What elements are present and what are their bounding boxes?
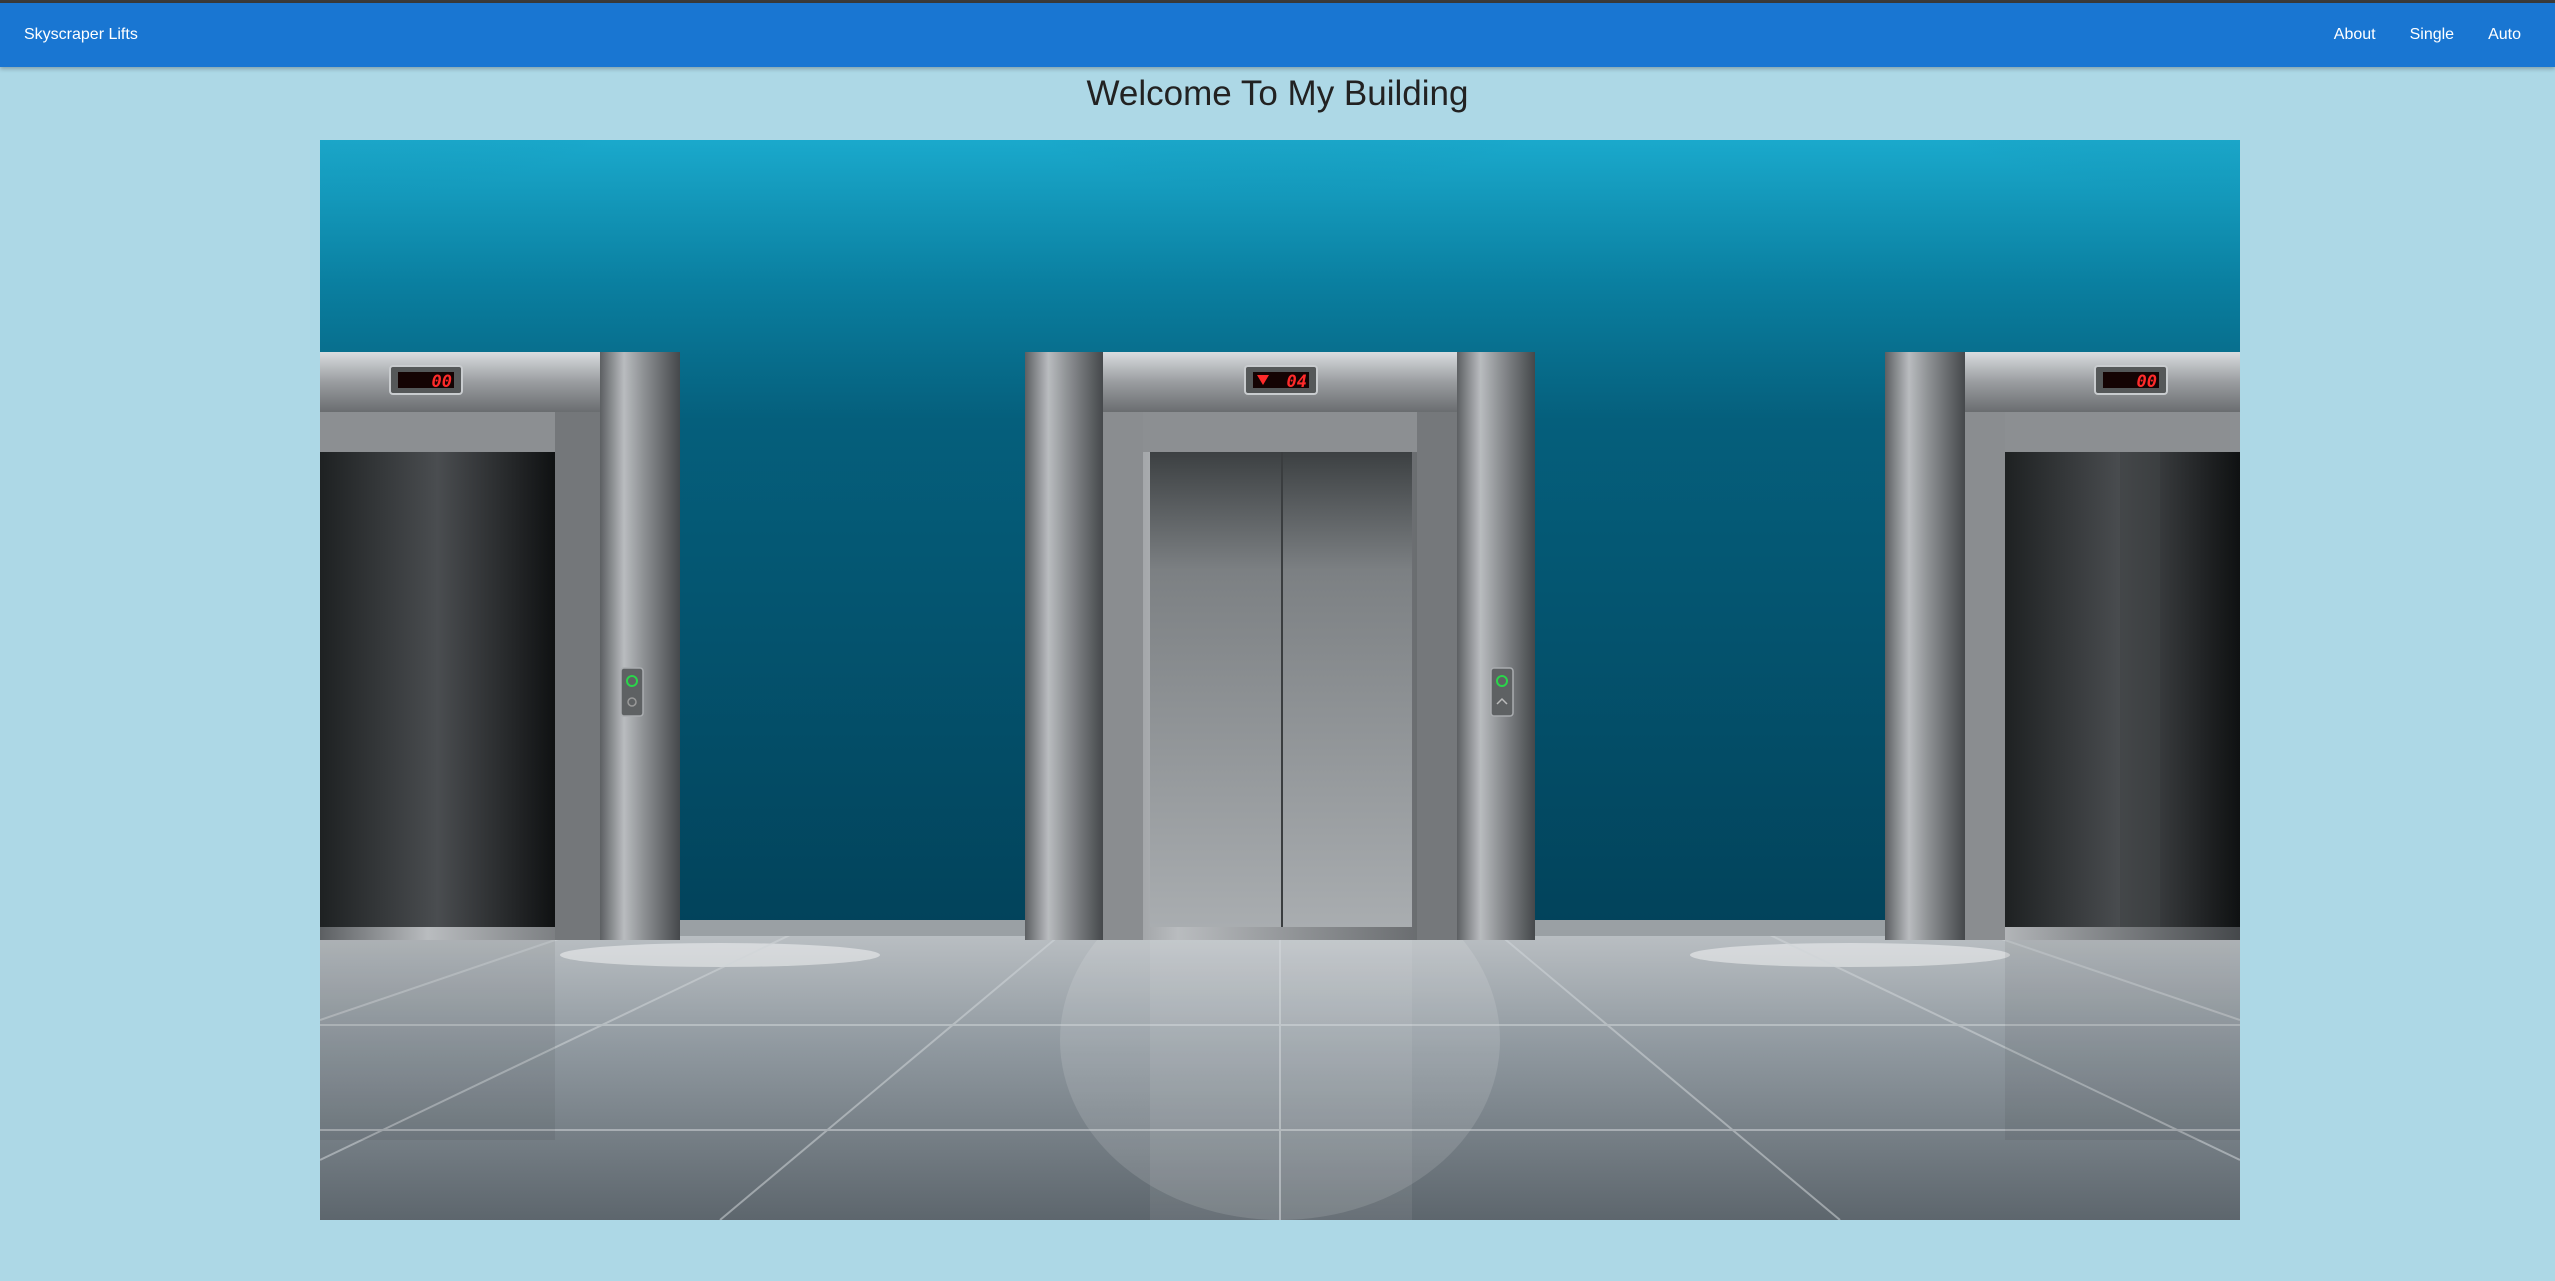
navbar: Skyscraper Lifts About Single Auto (0, 3, 2555, 67)
brand-link[interactable]: Skyscraper Lifts (24, 26, 138, 44)
elevator-left: 00 (320, 352, 680, 940)
elevator-right: 00 (1885, 352, 2240, 940)
nav-single-link[interactable]: Single (2393, 26, 2471, 44)
lobby-image: 00 04 00 (320, 140, 2240, 1220)
elevator-center: 04 (1025, 352, 1535, 940)
right-floor-display: 00 (2137, 372, 2157, 392)
nav-auto-link[interactable]: Auto (2471, 26, 2531, 44)
page-title: Welcome To My Building (1086, 74, 1469, 113)
nav-about-link[interactable]: About (2317, 26, 2393, 44)
nav-links: About Single Auto (2317, 26, 2531, 44)
center-floor-display: 04 (1287, 372, 1307, 392)
left-floor-display: 00 (432, 372, 452, 392)
